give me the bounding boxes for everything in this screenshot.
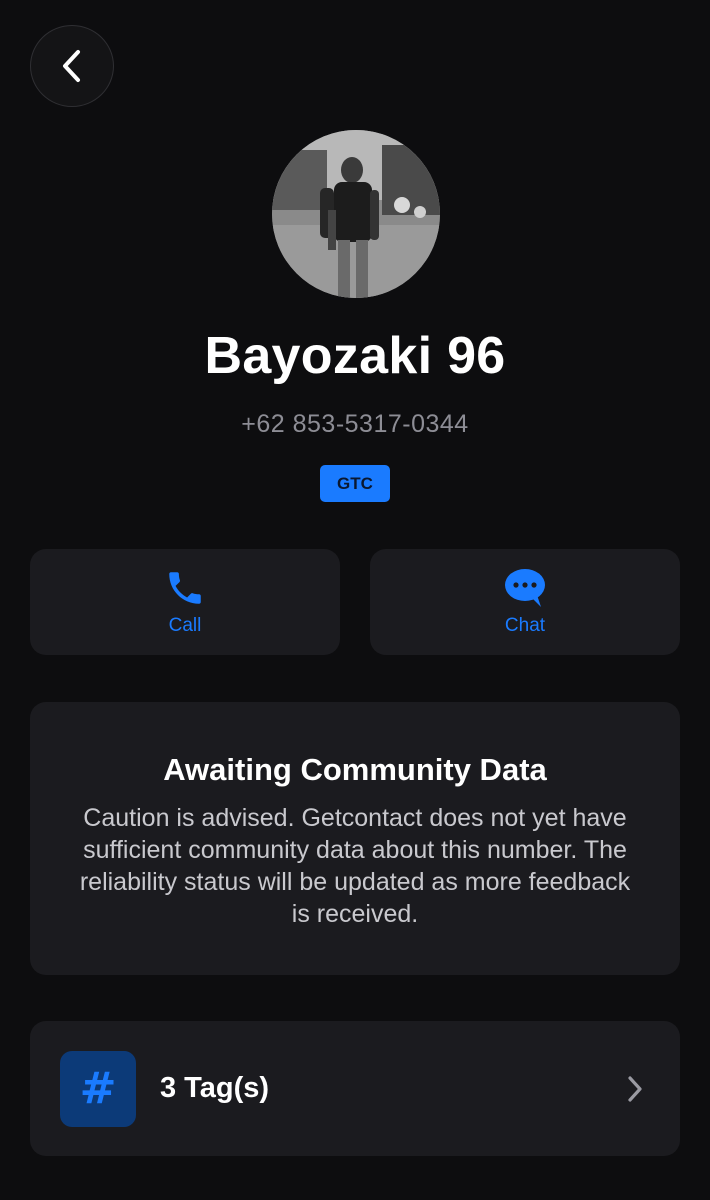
- community-data-card: Awaiting Community Data Caution is advis…: [30, 702, 680, 975]
- profile-photo: [272, 130, 440, 298]
- chevron-left-icon: [63, 50, 80, 82]
- info-title: Awaiting Community Data: [163, 752, 547, 787]
- call-label: Call: [168, 615, 202, 636]
- phone-icon: [169, 572, 201, 604]
- back-button[interactable]: [30, 25, 114, 107]
- chat-bubble-icon: [505, 569, 545, 607]
- status-badge: GTC: [320, 465, 390, 502]
- contact-detail-screen: Bayozaki 96 +62 853-5317-0344 GTC Call C…: [0, 0, 710, 1200]
- hash-icon: #: [60, 1050, 136, 1127]
- contact-name: Bayozaki 96: [204, 327, 506, 385]
- call-button[interactable]: Call: [30, 549, 340, 655]
- tags-row[interactable]: # 3 Tag(s): [30, 1021, 680, 1156]
- avatar: [272, 130, 440, 298]
- chevron-right-icon: [620, 1074, 650, 1104]
- chat-label: Chat: [504, 615, 546, 636]
- info-body: Caution is advised. Getcontact does not …: [79, 804, 631, 928]
- tags-label: 3 Tag(s): [160, 1072, 270, 1104]
- chat-button[interactable]: Chat: [370, 549, 680, 655]
- contact-phone: +62 853-5317-0344: [241, 410, 469, 438]
